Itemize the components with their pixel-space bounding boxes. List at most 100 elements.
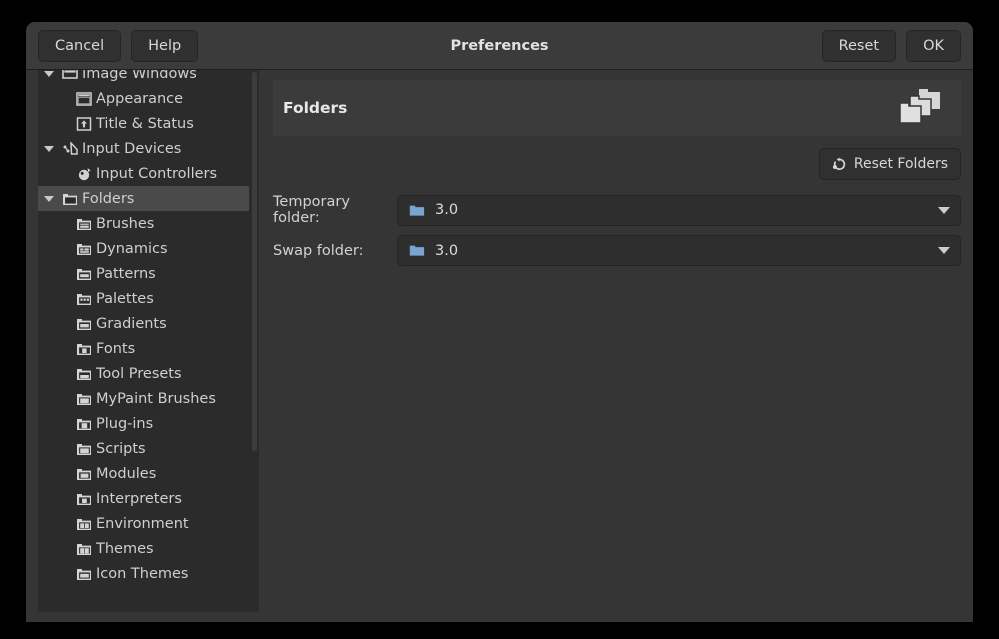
folder-setting-label: Temporary folder: — [273, 194, 397, 226]
sidebar-item-modules[interactable]: Modules — [38, 461, 249, 486]
controller-icon — [74, 166, 94, 182]
sidebar-item-gradients[interactable]: Gradients — [38, 311, 249, 336]
sidebar-item-label: Image Windows — [82, 70, 197, 82]
sidebar-item-tool-presets[interactable]: Tool Presets — [38, 361, 249, 386]
sidebar-item-label: Gradients — [96, 316, 167, 332]
sidebar-item-label: Folders — [82, 191, 134, 207]
expander-triangle-icon[interactable] — [38, 196, 60, 202]
sidebar-item-dynamics[interactable]: Dynamics — [38, 236, 249, 261]
sidebar-item-label: Icon Themes — [96, 566, 189, 582]
folder-scripts-icon — [74, 441, 94, 457]
folder-setting-row: Swap folder: 3.0 — [273, 235, 961, 266]
cancel-button[interactable]: Cancel — [38, 30, 121, 62]
appearance-icon — [74, 91, 94, 107]
sidebar-item-brushes[interactable]: Brushes — [38, 211, 249, 236]
sidebar-item-label: Appearance — [96, 91, 183, 107]
sidebar-item-title-status[interactable]: Title & Status — [38, 111, 249, 136]
title-status-icon — [74, 116, 94, 132]
window-body: Image Windows Appearance Title & Status Inp… — [26, 70, 973, 622]
folder-patterns-icon — [74, 266, 94, 282]
folder-fonts-icon — [74, 341, 94, 357]
preferences-window: Cancel Help Preferences Reset OK Image W… — [26, 22, 973, 622]
reset-folders-label: Reset Folders — [854, 156, 948, 172]
revert-icon — [832, 157, 847, 172]
reset-folders-button[interactable]: Reset Folders — [819, 148, 961, 180]
expander-triangle-icon[interactable] — [38, 146, 60, 152]
sidebar-item-appearance[interactable]: Appearance — [38, 86, 249, 111]
folder-icon — [409, 244, 427, 257]
page-toolbar: Reset Folders — [273, 148, 961, 180]
folder-tool-presets-icon — [74, 366, 94, 382]
page-title: Folders — [283, 99, 347, 117]
folder-combobox-value: 3.0 — [435, 243, 458, 259]
sidebar-item-label: Modules — [96, 466, 156, 482]
sidebar-item-interpreters[interactable]: Interpreters — [38, 486, 249, 511]
window-header-bar: Cancel Help Preferences Reset OK — [26, 22, 973, 70]
folder-themes-icon — [74, 541, 94, 557]
sidebar-item-label: Dynamics — [96, 241, 168, 257]
folder-combobox[interactable]: 3.0 — [397, 195, 961, 226]
folder-plugins-icon — [74, 416, 94, 432]
sidebar-item-label: Patterns — [96, 266, 156, 282]
folder-setting-label: Swap folder: — [273, 243, 397, 259]
preferences-sidebar: Image Windows Appearance Title & Status Inp… — [38, 70, 259, 612]
sidebar-scrollbar[interactable] — [252, 72, 257, 451]
preferences-main-panel: Folders — [259, 70, 973, 622]
page-header: Folders — [273, 80, 961, 136]
folder-interpreters-icon — [74, 491, 94, 507]
input-devices-icon — [60, 141, 80, 157]
sidebar-item-folders[interactable]: Folders — [38, 186, 249, 211]
sidebar-item-label: Tool Presets — [96, 366, 182, 382]
ok-button[interactable]: OK — [906, 30, 961, 62]
sidebar-item-label: Input Controllers — [96, 166, 217, 182]
sidebar-item-label: Brushes — [96, 216, 154, 232]
sidebar-item-label: Themes — [96, 541, 154, 557]
sidebar-item-label: Fonts — [96, 341, 135, 357]
folders-stack-icon — [897, 87, 943, 129]
folders-icon — [60, 191, 80, 207]
expander-triangle-icon[interactable] — [38, 71, 60, 77]
sidebar-item-label: MyPaint Brushes — [96, 391, 216, 407]
sidebar-item-icon-themes[interactable]: Icon Themes — [38, 561, 249, 586]
folder-gradients-icon — [74, 316, 94, 332]
sidebar-item-palettes[interactable]: Palettes — [38, 286, 249, 311]
sidebar-item-label: Environment — [96, 516, 189, 532]
sidebar-item-input-devices[interactable]: Input Devices — [38, 136, 249, 161]
sidebar-item-patterns[interactable]: Patterns — [38, 261, 249, 286]
sidebar-item-fonts[interactable]: Fonts — [38, 336, 249, 361]
chevron-down-icon[interactable] — [938, 207, 950, 214]
folder-environment-icon — [74, 516, 94, 532]
image-windows-icon — [60, 70, 80, 82]
preferences-tree: Image Windows Appearance Title & Status Inp… — [38, 70, 249, 586]
help-button[interactable]: Help — [131, 30, 198, 62]
sidebar-item-image-windows[interactable]: Image Windows — [38, 70, 249, 86]
folder-combobox[interactable]: 3.0 — [397, 235, 961, 266]
folder-palettes-icon — [74, 291, 94, 307]
folder-icon — [409, 204, 427, 217]
sidebar-item-themes[interactable]: Themes — [38, 536, 249, 561]
folder-brushes-icon — [74, 216, 94, 232]
sidebar-item-label: Interpreters — [96, 491, 182, 507]
sidebar-item-scripts[interactable]: Scripts — [38, 436, 249, 461]
folder-icon-themes-icon — [74, 566, 94, 582]
folder-combobox-value: 3.0 — [435, 202, 458, 218]
sidebar-item-input-controllers[interactable]: Input Controllers — [38, 161, 249, 186]
header-right-buttons: Reset OK — [822, 30, 961, 62]
sidebar-item-environment[interactable]: Environment — [38, 511, 249, 536]
header-left-buttons: Cancel Help — [38, 30, 198, 62]
reset-button[interactable]: Reset — [822, 30, 897, 62]
sidebar-item-plug-ins[interactable]: Plug-ins — [38, 411, 249, 436]
sidebar-item-label: Input Devices — [82, 141, 181, 157]
sidebar-item-label: Scripts — [96, 441, 146, 457]
folder-modules-icon — [74, 466, 94, 482]
chevron-down-icon[interactable] — [938, 247, 950, 254]
folder-setting-row: Temporary folder: 3.0 — [273, 194, 961, 226]
folder-mypaint-icon — [74, 391, 94, 407]
sidebar-item-label: Title & Status — [96, 116, 194, 132]
sidebar-item-label: Plug-ins — [96, 416, 153, 432]
folder-settings-rows: Temporary folder: 3.0 Swap folder: 3.0 — [273, 194, 961, 275]
folder-dynamics-icon — [74, 241, 94, 257]
main-filler — [273, 275, 961, 612]
sidebar-item-label: Palettes — [96, 291, 154, 307]
sidebar-item-mypaint-brushes[interactable]: MyPaint Brushes — [38, 386, 249, 411]
